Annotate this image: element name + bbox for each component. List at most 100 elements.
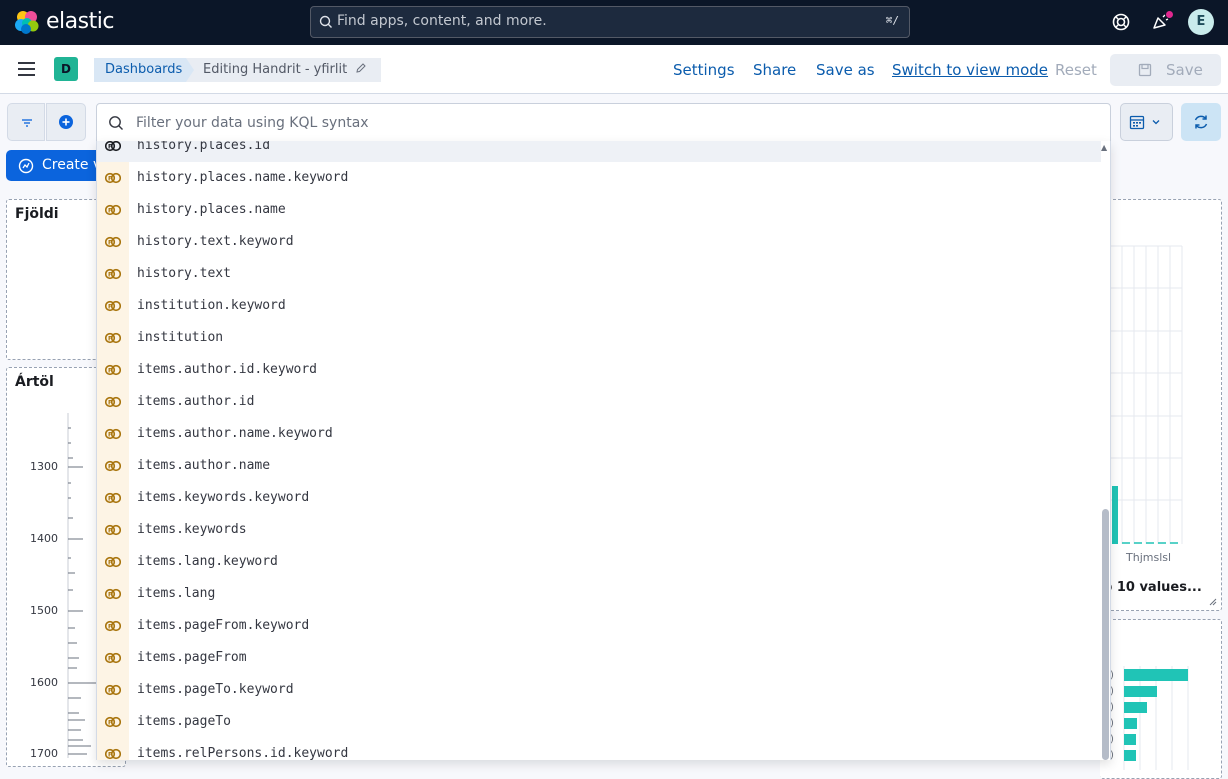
suggestion-item[interactable]: Fhistory.text <box>97 258 1101 290</box>
svg-text:F: F <box>108 624 112 631</box>
panel-right-hbar-chart[interactable]: ))) ))) <box>1100 619 1222 779</box>
reset-link[interactable]: Reset <box>1055 61 1097 79</box>
settings-link[interactable]: Settings <box>673 61 735 79</box>
suggestion-type-gutter: F <box>97 194 129 226</box>
kql-query-input[interactable]: Filter your data using KQL syntax <box>96 103 1111 142</box>
suggestion-item[interactable]: Finstitution <box>97 322 1101 354</box>
more-values-link[interactable]: p 10 values... <box>1103 580 1202 595</box>
switch-to-view-mode-link[interactable]: Switch to view mode <box>892 61 1048 79</box>
svg-text:F: F <box>108 496 112 503</box>
field-type-icon: F <box>105 204 121 216</box>
plus-circle-icon <box>59 115 73 129</box>
kql-placeholder: Filter your data using KQL syntax <box>136 115 369 131</box>
field-type-icon: F <box>105 524 121 536</box>
suggestion-item[interactable]: Fitems.lang.keyword <box>97 546 1101 578</box>
scrollbar-thumb[interactable] <box>1102 509 1109 760</box>
year-tick-label: 1400 <box>30 532 58 545</box>
svg-text:F: F <box>108 560 112 567</box>
suggestion-item[interactable]: Finstitution.keyword <box>97 290 1101 322</box>
suggestion-item[interactable]: Fhistory.places.name.keyword <box>97 162 1101 194</box>
menu-toggle-icon[interactable] <box>18 62 35 76</box>
search-icon <box>319 15 332 28</box>
suggestion-item[interactable]: Fitems.author.name <box>97 450 1101 482</box>
save-button[interactable]: Save <box>1110 54 1221 86</box>
notification-badge <box>1165 10 1174 19</box>
elastic-logo-icon[interactable] <box>14 9 40 35</box>
suggestion-field-name: institution <box>137 330 224 345</box>
add-filter-button[interactable] <box>46 103 86 141</box>
field-type-icon: F <box>105 396 121 408</box>
suggestion-type-gutter: F <box>97 322 129 354</box>
field-type-icon: F <box>105 172 121 184</box>
filter-icon <box>22 119 32 127</box>
suggestion-item[interactable]: Fitems.lang <box>97 578 1101 610</box>
svg-text:F: F <box>108 272 112 279</box>
suggestion-field-name: items.pageTo.keyword <box>137 682 294 697</box>
suggestion-type-gutter: F <box>97 706 129 738</box>
field-type-icon: F <box>105 460 121 472</box>
breadcrumb-current[interactable]: Editing Handrit - yfirlit <box>186 58 382 82</box>
suggestion-item[interactable]: Fitems.keywords <box>97 514 1101 546</box>
suggestion-field-name: items.author.name <box>137 458 271 473</box>
suggestion-field-name: items.lang <box>137 586 216 601</box>
kql-suggestions-dropdown[interactable]: Fhistory.places.id Fhistory.places.name.k… <box>96 141 1111 760</box>
suggestion-field-name: history.places.name.keyword <box>137 170 349 185</box>
svg-text:F: F <box>108 656 112 663</box>
scroll-up-arrow-icon[interactable]: ▲ <box>1101 143 1107 152</box>
suggestion-type-gutter: F <box>97 162 129 194</box>
suggestion-item[interactable]: Fitems.author.id <box>97 386 1101 418</box>
suggestion-item[interactable]: Fitems.pageFrom <box>97 642 1101 674</box>
year-tick-label: 1700 <box>30 747 58 760</box>
year-tick-label: 1600 <box>30 676 58 689</box>
suggestion-item[interactable]: Fhistory.text.keyword <box>97 226 1101 258</box>
suggestion-item[interactable]: Fitems.pageFrom.keyword <box>97 610 1101 642</box>
suggestion-item[interactable]: Fhistory.places.id <box>97 141 1101 162</box>
save-as-link[interactable]: Save as <box>816 61 875 79</box>
suggestion-item[interactable]: Fitems.author.id.keyword <box>97 354 1101 386</box>
filter-menu-button[interactable] <box>7 103 45 141</box>
breadcrumb-dashboards[interactable]: Dashboards <box>94 58 204 82</box>
suggestion-type-gutter: F <box>97 578 129 610</box>
suggestion-type-gutter: F <box>97 354 129 386</box>
suggestion-field-name: history.text.keyword <box>137 234 294 249</box>
suggestion-type-gutter: F <box>97 610 129 642</box>
suggestion-type-gutter: F <box>97 418 129 450</box>
svg-text:F: F <box>108 208 112 215</box>
suggestion-item[interactable]: Fitems.keywords.keyword <box>97 482 1101 514</box>
field-type-icon: F <box>105 300 121 312</box>
user-avatar[interactable]: E <box>1188 9 1214 35</box>
refresh-icon <box>1194 115 1208 129</box>
keyboard-shortcut-hint: ⌘/ <box>885 14 899 27</box>
suggestion-field-name: items.author.name.keyword <box>137 426 333 441</box>
suggestion-field-name: institution.keyword <box>137 298 286 313</box>
share-link[interactable]: Share <box>753 61 796 79</box>
suggestion-field-name: items.author.id <box>137 394 255 409</box>
svg-text:F: F <box>108 432 112 439</box>
resize-handle-icon[interactable] <box>1209 598 1217 606</box>
suggestion-item[interactable]: Fhistory.places.name <box>97 194 1101 226</box>
breadcrumb-current-label: Editing Handrit - yfirlit <box>203 62 348 77</box>
field-type-icon: F <box>105 236 121 248</box>
suggestion-type-gutter: F <box>97 386 129 418</box>
svg-text:F: F <box>108 688 112 695</box>
suggestion-item[interactable]: Fitems.author.name.keyword <box>97 418 1101 450</box>
help-icon[interactable] <box>1111 12 1131 32</box>
suggestion-item[interactable]: Fitems.pageTo <box>97 706 1101 738</box>
space-selector[interactable]: D <box>54 57 78 81</box>
panel-title-count: Fjöldi <box>15 206 59 222</box>
suggestion-type-gutter: F <box>97 290 129 322</box>
global-search-input[interactable]: Find apps, content, and more. ⌘/ <box>310 6 910 38</box>
svg-text:F: F <box>108 368 112 375</box>
date-picker-button[interactable] <box>1120 103 1173 141</box>
panel-right-bar-chart[interactable]: Thjmslsl p 10 values... <box>1100 199 1222 611</box>
suggestion-item[interactable]: Fitems.relPersons.id.keyword <box>97 738 1101 760</box>
refresh-button[interactable] <box>1181 103 1221 141</box>
svg-text:F: F <box>108 752 112 759</box>
suggestion-type-gutter: F <box>97 226 129 258</box>
suggestion-item[interactable]: Fitems.pageTo.keyword <box>97 674 1101 706</box>
year-tick-label: 1300 <box>30 460 58 473</box>
field-type-icon: F <box>105 428 121 440</box>
suggestion-field-name: history.text <box>137 266 231 281</box>
field-type-icon: F <box>105 652 121 664</box>
year-tick-label: 1500 <box>30 604 58 617</box>
